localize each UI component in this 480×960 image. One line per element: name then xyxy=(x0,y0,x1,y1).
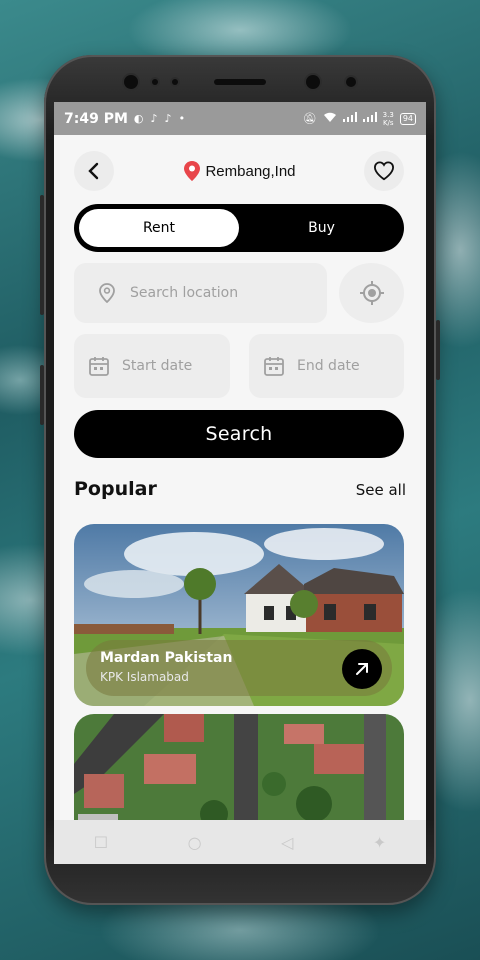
property-location: KPK Islamabad xyxy=(100,670,189,684)
search-location-placeholder: Search location xyxy=(130,285,239,301)
back-nav-icon[interactable]: ◁ xyxy=(281,833,293,852)
battery-icon: 94 xyxy=(399,112,416,125)
card-info-overlay: Mardan Pakistan KPK Islamabad xyxy=(86,640,392,696)
see-all-link[interactable]: See all xyxy=(356,481,406,499)
location-label: Rembang,Ind xyxy=(205,162,296,180)
side-button xyxy=(40,365,44,425)
mute-icon: 🔕︎ xyxy=(302,112,317,125)
rent-tab[interactable]: Rent xyxy=(79,209,239,247)
recents-icon[interactable]: ☐ xyxy=(94,833,108,852)
end-date-field[interactable]: End date xyxy=(249,334,404,398)
status-time: 7:49 PM xyxy=(64,110,128,127)
popular-header: Popular See all xyxy=(74,478,406,500)
earpiece-speaker xyxy=(214,79,266,85)
sensor-dot xyxy=(152,79,158,85)
property-card[interactable]: Mardan Pakistan KPK Islamabad xyxy=(74,524,404,706)
calendar-icon xyxy=(263,355,285,377)
front-camera-2 xyxy=(306,75,320,89)
app-notification-icon: ◐ xyxy=(133,112,144,125)
current-location-button[interactable] xyxy=(339,263,404,323)
crosshair-icon xyxy=(359,281,384,305)
property-name: Mardan Pakistan xyxy=(100,650,233,666)
section-title: Popular xyxy=(74,478,157,500)
more-notifications-icon: • xyxy=(178,112,186,125)
power-button xyxy=(436,320,440,380)
map-pin-icon xyxy=(184,161,201,181)
top-header: Rembang,Ind xyxy=(54,135,426,207)
android-nav-bar: ☐ ○ ◁ ✦ xyxy=(54,820,426,864)
proximity-sensor xyxy=(346,77,356,87)
tiktok-icon: ♪ xyxy=(150,112,158,125)
search-button[interactable]: Search xyxy=(74,410,404,458)
tiktok-icon: ♪ xyxy=(164,112,172,125)
wifi-icon xyxy=(323,112,337,126)
signal-icon xyxy=(342,112,357,125)
phone-frame: 7:49 PM ◐ ♪ ♪ • 🔕︎ 3.3 K/s 94 Rembang,In… xyxy=(40,55,440,905)
signal-icon xyxy=(362,112,377,125)
sensor-dot xyxy=(172,79,178,85)
start-date-placeholder: Start date xyxy=(122,358,193,374)
end-date-placeholder: End date xyxy=(297,358,360,374)
rent-buy-toggle: Rent Buy xyxy=(74,204,404,252)
home-icon[interactable]: ○ xyxy=(188,833,202,852)
calendar-icon xyxy=(88,355,110,377)
start-date-field[interactable]: Start date xyxy=(74,334,230,398)
open-property-button[interactable] xyxy=(342,649,382,689)
map-pin-icon xyxy=(96,282,118,304)
volume-button xyxy=(40,195,44,315)
arrow-up-right-icon xyxy=(356,663,368,675)
heart-icon xyxy=(373,161,395,181)
status-bar: 7:49 PM ◐ ♪ ♪ • 🔕︎ 3.3 K/s 94 xyxy=(54,102,426,135)
net-speed: 3.3 K/s xyxy=(382,110,394,127)
app-screen: 7:49 PM ◐ ♪ ♪ • 🔕︎ 3.3 K/s 94 Rembang,In… xyxy=(54,102,426,864)
front-camera xyxy=(124,75,138,89)
accessibility-icon[interactable]: ✦ xyxy=(373,833,386,852)
buy-tab[interactable]: Buy xyxy=(244,209,399,247)
search-location-field[interactable]: Search location xyxy=(74,263,327,323)
favorite-button[interactable] xyxy=(364,151,404,191)
